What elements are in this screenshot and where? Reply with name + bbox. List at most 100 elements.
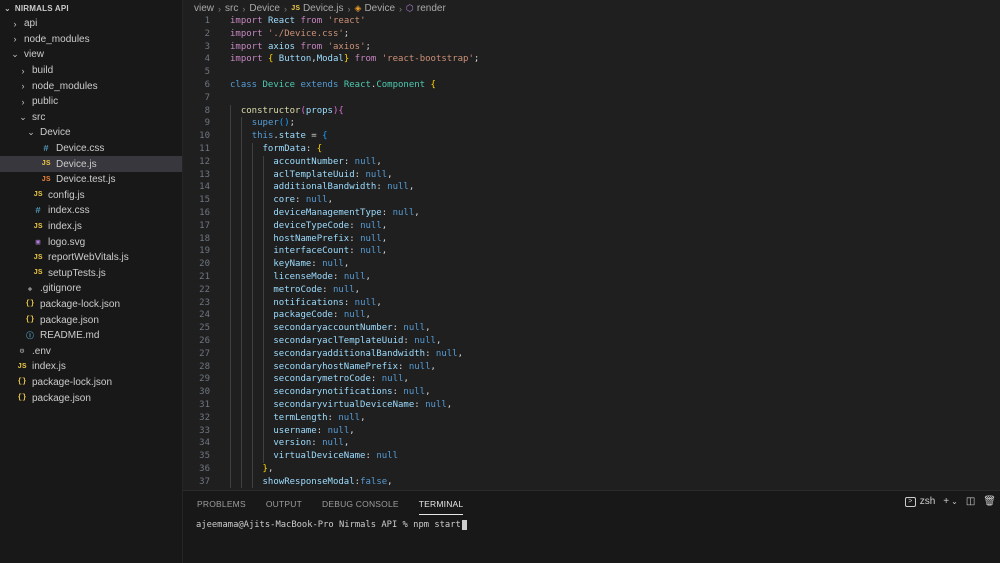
folder-item[interactable]: › public — [0, 94, 182, 110]
file-item[interactable]: JS index.js — [0, 219, 182, 235]
code-line[interactable]: 6 class Device extends React.Component { — [183, 79, 943, 92]
info-file-icon: ⓘ — [26, 333, 34, 342]
file-item[interactable]: ⓘ README.md — [0, 328, 182, 344]
code-line[interactable]: 15 core: null, — [183, 194, 943, 207]
folder-item[interactable]: › api — [0, 16, 182, 32]
code-line[interactable]: 33 username: null, — [183, 424, 943, 438]
code-line[interactable]: 12 accountNumber: null, — [183, 155, 943, 169]
file-item[interactable]: JS reportWebVitals.js — [0, 250, 182, 266]
file-item[interactable]: JS setupTests.js — [0, 266, 182, 282]
code-line[interactable]: 30 secondarynotifications: null, — [183, 386, 943, 399]
file-item[interactable]: ◆ .gitignore — [0, 281, 182, 297]
folder-item[interactable]: ⌄ src — [0, 110, 182, 126]
line-text: licenseMode: null, — [210, 271, 371, 284]
code-line[interactable]: 22 metroCode: null, — [183, 283, 943, 297]
file-item[interactable]: {} package-lock.json — [0, 297, 182, 313]
code-line[interactable]: 18 hostNamePrefix: null, — [183, 232, 943, 246]
file-item[interactable]: {} package.json — [0, 390, 182, 406]
file-item[interactable]: JS index.js — [0, 359, 182, 375]
code-line[interactable]: 2 import './Device.css'; — [183, 28, 943, 41]
shell-name[interactable]: zsh — [920, 496, 936, 507]
code-line[interactable]: 24 packageCode: null, — [183, 309, 943, 323]
code-line[interactable]: 31 secondaryvirtualDeviceName: null, — [183, 398, 943, 412]
code-line[interactable]: 7 — [183, 92, 943, 105]
file-item[interactable]: {} package.json — [0, 312, 182, 328]
code-editor[interactable]: view › src › Device › JS Device.js › ◈ D… — [183, 0, 1000, 490]
code-line[interactable]: 26 secondaryaclTemplateUuid: null, — [183, 334, 943, 348]
indent-guide — [251, 450, 253, 463]
code-line[interactable]: 32 termLength: null, — [183, 411, 943, 425]
code-token: secondaryaccountNumber — [273, 323, 393, 334]
code-line[interactable]: 10 this.state = { — [183, 130, 943, 143]
file-item[interactable]: # index.css — [0, 203, 182, 219]
trash-icon[interactable]: 🗑 — [983, 496, 996, 507]
code-line[interactable]: 4 import { Button,Modal} from 'react-boot… — [183, 53, 943, 66]
code-line[interactable]: 19 interfaceCount: null, — [183, 245, 943, 259]
code-line[interactable]: 34 version: null, — [183, 437, 943, 451]
code-line[interactable]: 13 aclTemplateUuid: null, — [183, 168, 943, 182]
folder-item[interactable]: ⌄ view — [0, 47, 182, 63]
code-lines[interactable]: 1 import React from 'react' 2 import './Dev… — [183, 15, 943, 489]
code-line[interactable]: 28 secondaryhostNamePrefix: null, — [183, 360, 943, 374]
chevron-down-icon[interactable]: ⌄ — [18, 112, 28, 123]
code-line[interactable]: 5 — [183, 66, 943, 79]
terminal-output[interactable]: ajeemama@Ajits-MacBook-Pro Nirmals API %… — [183, 517, 1000, 530]
file-item[interactable]: JS Device.js — [0, 156, 182, 172]
indent-guide — [262, 206, 264, 220]
breadcrumb-item-file[interactable]: Device.js — [303, 3, 344, 14]
code-line[interactable]: 29 secondarymetroCode: null, — [183, 373, 943, 387]
chevron-down-icon[interactable]: ⌄ — [951, 497, 958, 506]
folder-item[interactable]: › build — [0, 63, 182, 79]
code-line[interactable]: 36 }, — [183, 462, 943, 476]
file-item[interactable]: {} package-lock.json — [0, 375, 182, 391]
folder-item[interactable]: › node_modules — [0, 78, 182, 94]
code-line[interactable]: 1 import React from 'react' — [183, 15, 943, 28]
explorer-header[interactable]: ⌄ NIRMALS API — [0, 0, 182, 16]
file-item[interactable]: # Device.css — [0, 141, 182, 157]
code-line[interactable]: 14 additionalBandwidth: null, — [183, 181, 943, 195]
code-line[interactable]: 27 secondaryadditionalBandwidth: null, — [183, 347, 943, 361]
breadcrumb-item-src[interactable]: src — [225, 3, 238, 14]
code-token: , — [435, 335, 442, 346]
folder-item[interactable]: ⌄ Device — [0, 125, 182, 141]
code-line[interactable]: 16 deviceManagementType: null, — [183, 206, 943, 220]
chevron-right-icon[interactable]: › — [10, 34, 20, 44]
indent-guide — [262, 258, 264, 271]
code-line[interactable]: 23 notifications: null, — [183, 296, 943, 310]
code-line[interactable]: 37 showResponseModal:false, — [183, 475, 943, 489]
file-item[interactable]: ⚙ .env — [0, 343, 182, 359]
tab-problems[interactable]: PROBLEMS — [197, 491, 246, 517]
line-number: 16 — [199, 207, 210, 218]
code-line[interactable]: 11 formData: { — [183, 142, 943, 156]
code-line[interactable]: 17 deviceTypeCode: null, — [183, 219, 943, 233]
code-token: secondarymetroCode — [273, 374, 371, 385]
breadcrumb-item-method[interactable]: render — [417, 3, 446, 14]
breadcrumb-item-device-folder[interactable]: Device — [249, 3, 280, 14]
code-line[interactable]: 20 keyName: null, — [183, 258, 943, 271]
file-item[interactable]: JS Device.test.js — [0, 172, 182, 188]
chevron-right-icon[interactable]: › — [18, 66, 28, 76]
tab-output[interactable]: OUTPUT — [266, 491, 302, 517]
folder-item[interactable]: › node_modules — [0, 32, 182, 48]
file-item[interactable]: ▣ logo.svg — [0, 234, 182, 250]
chevron-right-icon[interactable]: › — [18, 97, 28, 107]
code-line[interactable]: 35 virtualDeviceName: null — [183, 450, 943, 463]
chevron-down-icon[interactable]: ⌄ — [4, 4, 11, 13]
split-terminal-icon[interactable]: ◫ — [966, 496, 975, 507]
code-line[interactable]: 8 constructor(props){ — [183, 104, 943, 118]
code-line[interactable]: 9 super(); — [183, 117, 943, 131]
chevron-down-icon[interactable]: ⌄ — [10, 49, 20, 60]
code-line[interactable]: 21 licenseMode: null, — [183, 270, 943, 284]
chevron-down-icon[interactable]: ⌄ — [26, 127, 36, 138]
breadcrumb-item-class[interactable]: Device — [364, 3, 395, 14]
breadcrumb-item-view[interactable]: view — [194, 3, 214, 14]
line-text: termLength: null, — [210, 412, 365, 425]
file-item[interactable]: JS config.js — [0, 188, 182, 204]
new-terminal-button[interactable]: + — [943, 496, 949, 507]
tab-debug-console[interactable]: DEBUG CONSOLE — [322, 491, 399, 517]
code-line[interactable]: 3 import axios from 'axios'; — [183, 41, 943, 54]
chevron-right-icon[interactable]: › — [10, 19, 20, 29]
code-line[interactable]: 25 secondaryaccountNumber: null, — [183, 322, 943, 335]
tab-terminal[interactable]: TERMINAL — [418, 491, 464, 517]
chevron-right-icon[interactable]: › — [18, 81, 28, 91]
